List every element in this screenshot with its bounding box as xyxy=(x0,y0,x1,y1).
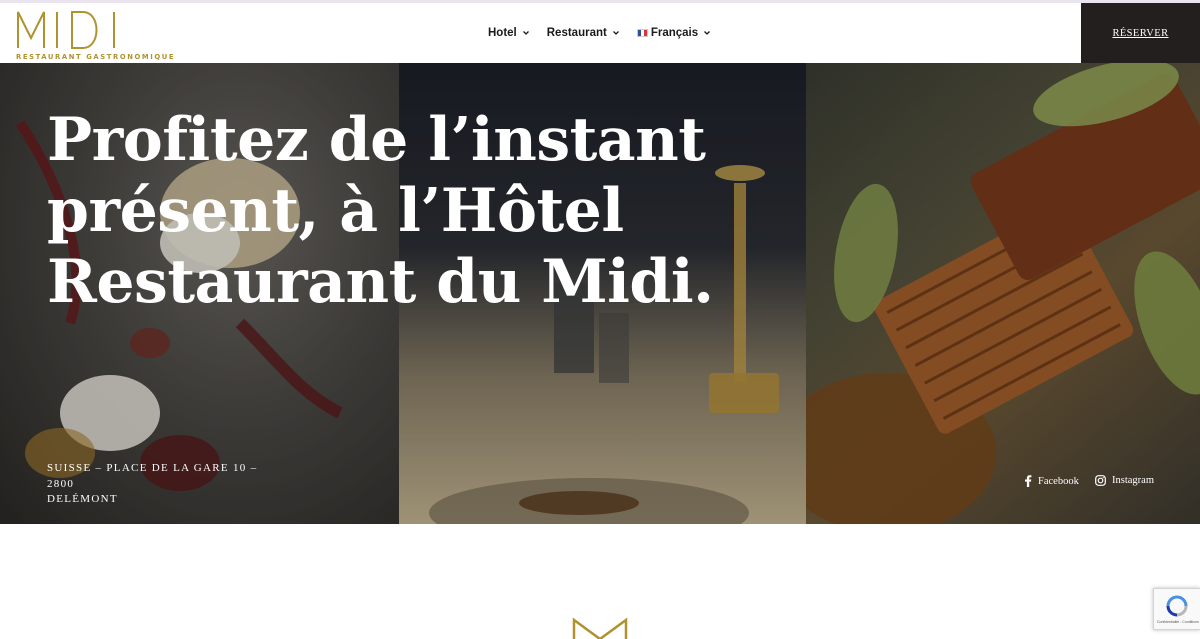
chevron-down-icon xyxy=(704,31,711,35)
nav-item-label: Français xyxy=(650,27,699,39)
instagram-link[interactable]: Instagram xyxy=(1095,475,1154,486)
reserve-button-label: RÉSERVER xyxy=(1112,27,1169,39)
instagram-icon xyxy=(1095,475,1106,486)
hotel-address: SUISSE – PLACE DE LA GARE 10 – 2800 DELÉ… xyxy=(47,461,287,508)
hero-title-line: présent, à l’Hôtel xyxy=(47,176,624,246)
section-logo-m-icon xyxy=(572,617,628,639)
nav-item-hotel[interactable]: Hotel xyxy=(488,27,530,39)
hero-section: Profitez de l’instant présent, à l’Hôtel… xyxy=(0,63,1200,524)
site-logo[interactable]: RESTAURANT GASTRONOMIQUE xyxy=(15,8,174,61)
site-header: RESTAURANT GASTRONOMIQUE Hotel Restauran… xyxy=(0,3,1200,63)
recaptcha-icon xyxy=(1166,595,1188,617)
nav-item-label: Hotel xyxy=(488,27,517,39)
midi-logo-mark xyxy=(17,11,115,49)
recaptcha-badge[interactable]: Confidentialité - Conditions xyxy=(1153,588,1200,630)
nav-item-restaurant[interactable]: Restaurant xyxy=(547,27,620,39)
chevron-down-icon xyxy=(612,31,619,35)
hero-title-line: Profitez de l’instant xyxy=(47,105,706,175)
nav-item-language[interactable]: Français xyxy=(636,27,711,39)
recaptcha-label: Confidentialité - Conditions xyxy=(1157,620,1199,624)
nav-item-label: Restaurant xyxy=(546,27,607,39)
hero-title: Profitez de l’instant présent, à l’Hôtel… xyxy=(47,105,767,318)
hero-title-line: Restaurant du Midi. xyxy=(47,247,714,317)
address-line: SUISSE – PLACE DE LA GARE 10 – 2800 xyxy=(47,462,258,490)
facebook-icon xyxy=(1025,475,1032,487)
logo-subtitle: RESTAURANT GASTRONOMIQUE xyxy=(16,53,176,61)
facebook-link[interactable]: Facebook xyxy=(1024,475,1079,487)
chevron-down-icon xyxy=(522,31,529,35)
facebook-label: Facebook xyxy=(1038,475,1079,487)
address-line: DELÉMONT xyxy=(47,493,118,505)
instagram-label: Instagram xyxy=(1112,475,1154,486)
france-flag-icon xyxy=(636,29,648,37)
reserve-button[interactable]: RÉSERVER xyxy=(1081,3,1200,63)
main-nav: Hotel Restaurant Français xyxy=(488,23,728,43)
